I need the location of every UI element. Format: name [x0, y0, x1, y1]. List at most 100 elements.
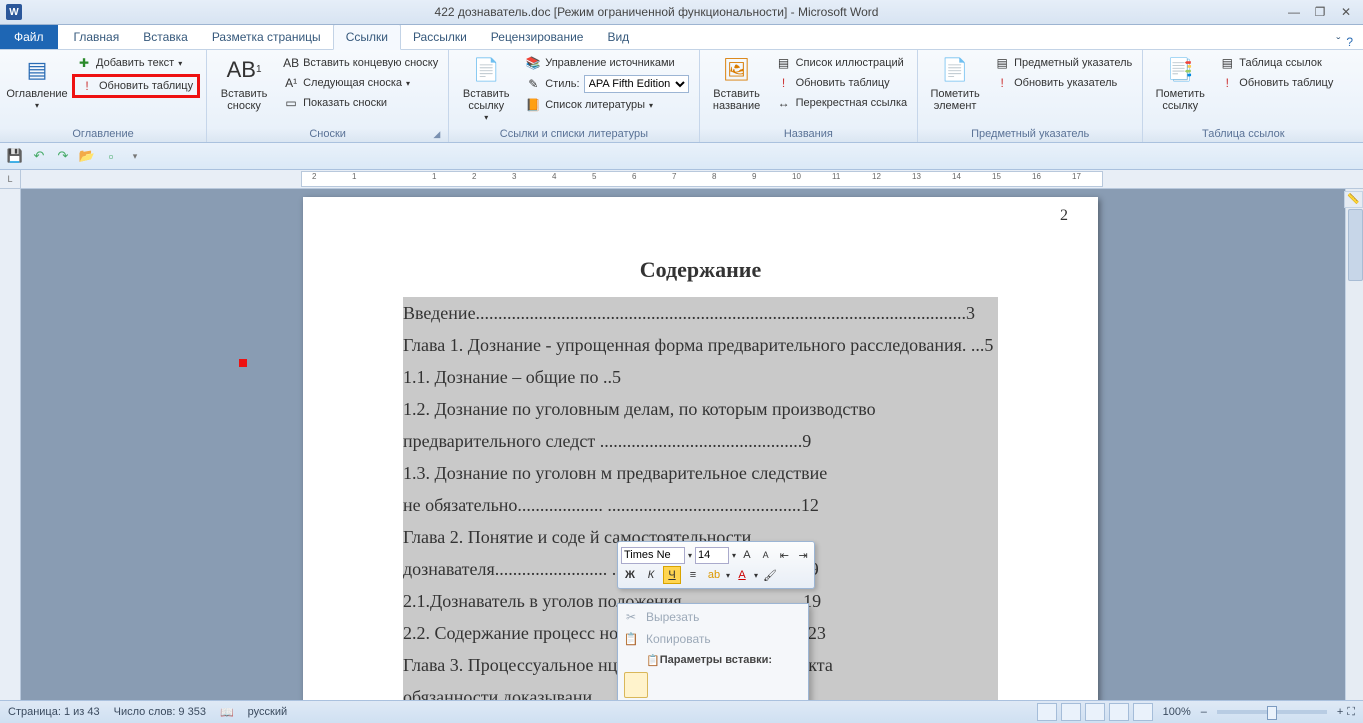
status-word-count[interactable]: Число слов: 9 353	[114, 706, 206, 718]
tab-mailings[interactable]: Рассылки	[401, 25, 479, 49]
update-tof-label: Обновить таблицу	[796, 77, 890, 89]
font-name-input[interactable]	[621, 547, 685, 564]
toc-line: не обязательно................... ......…	[403, 489, 998, 521]
status-page[interactable]: Страница: 1 из 43	[8, 706, 100, 718]
view-outline[interactable]	[1109, 703, 1129, 721]
tab-home[interactable]: Главная	[62, 25, 132, 49]
fit-icon[interactable]: ⛶	[1347, 706, 1355, 719]
view-web[interactable]	[1085, 703, 1105, 721]
table-of-figures-button[interactable]: ▤Список иллюстраций	[772, 54, 912, 72]
add-text-button[interactable]: ✚Добавить текст ▾	[72, 54, 200, 72]
show-notes-icon: ▭	[283, 95, 299, 111]
paste-icon: 📋	[646, 654, 660, 667]
group-label-index: Предметный указатель	[924, 126, 1136, 142]
toc-line: 1.2. Дознание по уголовным делам, по кот…	[403, 393, 998, 425]
shrink-font-icon[interactable]: A	[758, 546, 774, 564]
tab-insert[interactable]: Вставка	[131, 25, 200, 49]
new-icon[interactable]: ▫	[102, 147, 120, 165]
manage-sources-button[interactable]: 📚Управление источниками	[521, 54, 692, 72]
toc-label: Оглавление	[6, 88, 67, 100]
proofing-icon[interactable]: 📖	[220, 706, 234, 719]
sources-icon: 📚	[525, 55, 541, 71]
group-label-citations: Ссылки и списки литературы	[455, 126, 692, 142]
toc-button[interactable]: ▤ Оглавление▾	[6, 52, 68, 114]
restore-button[interactable]: ❐	[1311, 5, 1329, 19]
bold-icon[interactable]: Ж	[621, 566, 639, 584]
qat-dropdown-icon[interactable]: ▾	[126, 147, 144, 165]
workspace: L 21 12 34 56 78 910 1112 1314 1516 17 2…	[0, 170, 1363, 700]
zoom-level[interactable]: 100%	[1163, 706, 1191, 718]
document-area[interactable]: 2 Содержание Введение...................…	[21, 189, 1363, 700]
grow-font-icon[interactable]: A	[739, 546, 755, 564]
status-language[interactable]: русский	[248, 706, 287, 718]
plus-icon: ✚	[76, 55, 92, 71]
close-button[interactable]: ✕	[1337, 5, 1355, 19]
style-icon: ✎	[525, 76, 541, 92]
group-label-captions: Названия	[706, 126, 912, 142]
mark-citation-icon: 📑	[1164, 54, 1196, 86]
view-full-screen[interactable]	[1061, 703, 1081, 721]
update-index-button[interactable]: !Обновить указатель	[990, 74, 1136, 92]
zoom-slider[interactable]	[1217, 710, 1327, 714]
crossref-label: Перекрестная ссылка	[796, 97, 908, 109]
italic-icon[interactable]: К	[642, 566, 660, 584]
align-center-icon[interactable]: ≡	[684, 566, 702, 584]
open-icon[interactable]: 📂	[78, 147, 96, 165]
font-size-input[interactable]	[695, 547, 729, 564]
tab-review[interactable]: Рецензирование	[479, 25, 596, 49]
insert-index-button[interactable]: ▤Предметный указатель	[990, 54, 1136, 72]
redo-icon[interactable]: ↷	[54, 147, 72, 165]
tab-layout[interactable]: Разметка страницы	[200, 25, 333, 49]
ctx-paste-option[interactable]	[618, 670, 808, 700]
page-number: 2	[1060, 207, 1068, 225]
ctx-cut[interactable]: ✂Вырезать	[618, 606, 808, 628]
next-footnote-icon: A¹	[283, 75, 299, 91]
group-footnotes: AB1 Вставить сноску ABВставить концевую …	[207, 50, 449, 142]
font-color-icon[interactable]: A	[733, 566, 751, 584]
increase-indent-icon[interactable]: ⇥	[795, 546, 811, 564]
toc-line: Введение................................…	[403, 297, 998, 329]
zoom-out-icon[interactable]: –	[1201, 706, 1207, 718]
dialog-launcher-icon[interactable]: ◢	[433, 129, 440, 140]
format-painter-icon[interactable]: 🖌	[761, 566, 779, 584]
mini-toolbar: ▾ ▾ A A ⇤ ⇥ Ж К Ч ≡ ab ▾ A ▾ 🖌	[617, 541, 815, 589]
vertical-scrollbar[interactable]	[1345, 189, 1363, 700]
insert-caption-button[interactable]: 🖼 Вставить название	[706, 52, 768, 114]
mark-citation-button[interactable]: 📑 Пометить ссылку	[1149, 52, 1211, 114]
zoom-thumb[interactable]	[1267, 706, 1277, 720]
bibliography-button[interactable]: 📙Список литературы ▾	[521, 96, 692, 114]
next-footnote-button[interactable]: A¹Следующая сноска ▾	[279, 74, 442, 92]
show-notes-button[interactable]: ▭Показать сноски	[279, 94, 442, 112]
update-tof-button[interactable]: !Обновить таблицу	[772, 74, 912, 92]
underline-icon[interactable]: Ч	[663, 566, 681, 584]
help-icon[interactable]: ?	[1346, 35, 1353, 49]
decrease-indent-icon[interactable]: ⇤	[777, 546, 793, 564]
cross-reference-button[interactable]: ↔Перекрестная ссылка	[772, 94, 912, 112]
style-dropdown[interactable]: APA Fifth Edition	[584, 75, 689, 93]
ctx-copy[interactable]: 📋Копировать	[618, 628, 808, 650]
zoom-in-icon[interactable]: +	[1337, 706, 1343, 718]
tab-references[interactable]: Ссылки	[333, 24, 401, 50]
save-icon[interactable]: 💾	[6, 147, 24, 165]
toc-line: предварительного следст ................…	[403, 425, 998, 457]
view-print-layout[interactable]	[1037, 703, 1057, 721]
ribbon-minimize-icon[interactable]: ˇ	[1336, 35, 1340, 49]
ruler-toggle-icon[interactable]: 📏	[1344, 191, 1363, 208]
citation-style-select[interactable]: ✎Стиль: APA Fifth Edition	[521, 74, 692, 94]
doc-heading: Содержание	[403, 257, 998, 283]
tab-view[interactable]: Вид	[595, 25, 641, 49]
insert-citation-button[interactable]: 📄 Вставить ссылку▾	[455, 52, 517, 126]
view-draft[interactable]	[1133, 703, 1153, 721]
highlight-icon[interactable]: ab	[705, 566, 723, 584]
insert-endnote-button[interactable]: ABВставить концевую сноску	[279, 54, 442, 72]
minimize-button[interactable]: —	[1285, 5, 1303, 19]
mark-entry-button[interactable]: 📄 Пометить элемент	[924, 52, 986, 114]
file-tab[interactable]: Файл	[0, 25, 58, 49]
insert-toa-button[interactable]: ▤Таблица ссылок	[1215, 54, 1337, 72]
scrollbar-thumb[interactable]	[1348, 209, 1363, 281]
toc-icon: ▤	[21, 54, 53, 86]
update-table-button[interactable]: !Обновить таблицу	[72, 74, 200, 98]
undo-icon[interactable]: ↶	[30, 147, 48, 165]
update-toa-button[interactable]: !Обновить таблицу	[1215, 74, 1337, 92]
insert-footnote-button[interactable]: AB1 Вставить сноску	[213, 52, 275, 114]
